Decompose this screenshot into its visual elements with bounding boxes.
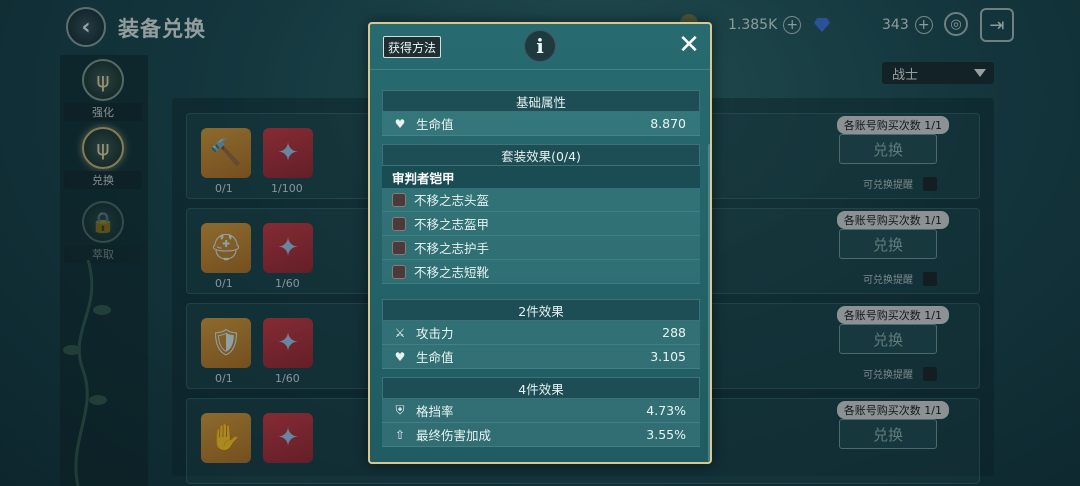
modal-header: 获得方法 i ✕ [370, 24, 710, 70]
stat-value: 3.55% [646, 427, 686, 442]
stat-name: 生命值 [416, 350, 454, 365]
stat-row: ⛨ 格挡率 4.73% [382, 399, 700, 423]
piece-name: 不移之志护手 [414, 241, 490, 256]
heart-icon: ♥ [394, 349, 406, 364]
section-title: 套装效果(0/4) [382, 144, 700, 166]
helmet-icon [392, 192, 406, 207]
damage-up-icon: ⇧ [394, 427, 406, 442]
chest-armor-icon [392, 216, 406, 231]
set-piece: 不移之志护手 [382, 236, 700, 260]
piece-name: 不移之志盔甲 [414, 217, 490, 232]
swords-icon: ⚔ [394, 325, 406, 340]
close-button[interactable]: ✕ [677, 32, 701, 58]
set-piece: 不移之志头盔 [382, 188, 700, 212]
stat-name: 格挡率 [416, 404, 454, 419]
stat-name: 攻击力 [416, 326, 454, 341]
scrollbar[interactable] [708, 144, 711, 462]
stat-row: ⇧ 最终伤害加成 3.55% [382, 423, 700, 447]
set-piece: 不移之志短靴 [382, 260, 700, 284]
block-icon: ⛨ [395, 403, 405, 417]
stat-value: 8.870 [650, 116, 686, 131]
stat-row: ⚔ 攻击力 288 [382, 321, 700, 345]
piece-name: 不移之志短靴 [414, 265, 490, 280]
how-to-obtain-button[interactable]: 获得方法 [383, 36, 442, 58]
info-icon: i [524, 30, 556, 62]
heart-icon: ♥ [394, 116, 406, 131]
section-title: 基础属性 [382, 90, 700, 112]
section-title: 2件效果 [382, 299, 700, 321]
stat-name: 生命值 [416, 117, 454, 132]
boots-icon [392, 264, 406, 279]
two-piece-effect-section: 2件效果 ⚔ 攻击力 288 ♥ 生命值 3.105 [382, 299, 700, 369]
base-attributes-section: 基础属性 ♥ 生命值 8.870 [382, 90, 700, 136]
stat-value: 3.105 [650, 349, 686, 364]
stat-row: ♥ 生命值 3.105 [382, 345, 700, 369]
set-effect-section: 套装效果(0/4) 审判者铠甲 不移之志头盔 不移之志盔甲 不移之志护手 不移之… [382, 144, 700, 284]
stat-row: ♥ 生命值 8.870 [382, 112, 700, 136]
stat-value: 288 [662, 325, 686, 340]
section-title: 4件效果 [382, 377, 700, 399]
stat-value: 4.73% [646, 403, 686, 418]
piece-name: 不移之志头盔 [414, 193, 490, 208]
set-piece: 不移之志盔甲 [382, 212, 700, 236]
stat-name: 最终伤害加成 [416, 428, 492, 443]
set-info-modal: 获得方法 i ✕ 基础属性 ♥ 生命值 8.870 套装效果(0/4) 审判者铠… [368, 22, 712, 464]
four-piece-effect-section: 4件效果 ⛨ 格挡率 4.73% ⇧ 最终伤害加成 3.55% [382, 377, 700, 447]
gauntlet-icon [392, 240, 406, 255]
set-name: 审判者铠甲 [382, 166, 700, 188]
